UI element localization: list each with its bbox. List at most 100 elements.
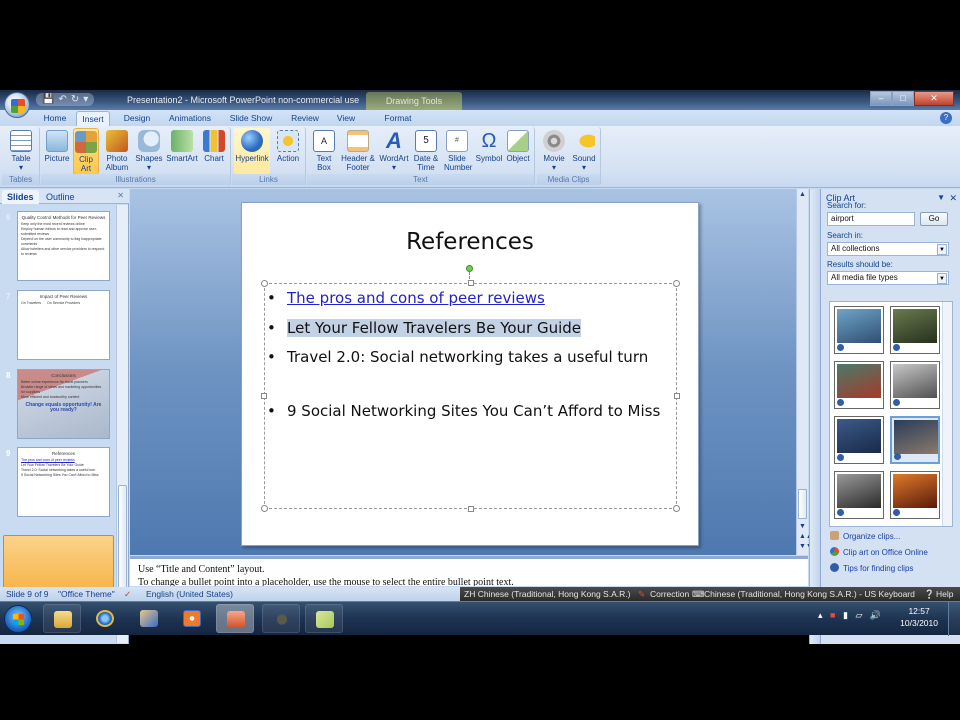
text-box-button[interactable]: A Text Box — [311, 128, 337, 174]
taskbar-recording-app[interactable] — [262, 604, 300, 633]
slide-thumbnail-7[interactable]: Impact of Peer Reviews On Travelers On S… — [17, 290, 110, 360]
keyboard-layout[interactable]: Chinese (Traditional, Hong Kong S.A.R.) … — [704, 587, 915, 601]
pane-splitter[interactable] — [809, 189, 820, 644]
tab-outline[interactable]: Outline — [46, 190, 75, 204]
movie-button[interactable]: Movie ▾ — [539, 128, 569, 174]
slide-thumbnail-6[interactable]: Quality Control Methods for Peer Reviews… — [17, 211, 110, 281]
clip-result-airplane-sunset[interactable] — [890, 471, 940, 519]
customize-icon[interactable]: ▾ — [83, 94, 88, 105]
search-in-select[interactable]: All collections ▼ — [827, 242, 949, 256]
bullet-item[interactable]: • 9 Social Networking Sites You Can’t Aff… — [267, 399, 667, 423]
close-button[interactable]: ✕ — [914, 91, 954, 106]
chevron-down-icon[interactable]: ▼ — [937, 244, 947, 255]
table-button[interactable]: Table ▾ — [5, 128, 37, 174]
clip-art-search-input[interactable]: airport — [827, 212, 915, 226]
smartart-button[interactable]: SmartArt — [165, 128, 199, 174]
power-icon[interactable]: ▮ — [843, 610, 848, 620]
tab-animations[interactable]: Animations — [164, 111, 216, 126]
chevron-down-icon[interactable]: ▼ — [937, 273, 947, 284]
start-button[interactable] — [4, 605, 32, 633]
correction-button[interactable]: Correction — [650, 587, 689, 601]
volume-icon[interactable]: 🔊 — [870, 610, 881, 620]
taskbar-media-player[interactable] — [173, 604, 211, 633]
show-hidden-icons[interactable]: ▴ — [818, 610, 823, 620]
picture-button[interactable]: Picture — [42, 128, 72, 174]
language-indicator[interactable]: English (United States) — [146, 587, 233, 601]
save-icon[interactable]: 💾 — [42, 94, 54, 105]
help-icon[interactable]: ? — [940, 112, 952, 124]
tab-slides[interactable]: Slides — [2, 190, 39, 204]
taskbar-windows-explorer[interactable] — [43, 604, 81, 633]
clip-art-button[interactable]: Clip Art — [73, 128, 99, 175]
office-button[interactable] — [4, 92, 30, 118]
resize-handle[interactable] — [673, 280, 680, 287]
wordart-button[interactable]: A WordArt ▾ — [377, 128, 411, 174]
slide-number-button[interactable]: # Slide Number — [441, 128, 473, 174]
slide-thumbnail-8[interactable]: Conclusions Better online experience for… — [17, 369, 110, 439]
minimize-button[interactable]: – — [870, 91, 892, 106]
hyperlink-button[interactable]: Hyperlink — [234, 128, 270, 174]
go-button[interactable]: Go — [920, 212, 948, 226]
pane-options-icon[interactable]: ▼ — [937, 191, 945, 205]
taskbar-paint-app[interactable] — [130, 604, 168, 633]
chart-button[interactable]: Chart — [200, 128, 228, 174]
bullet-item-hyperlink[interactable]: • The pros and cons of peer reviews — [267, 286, 667, 310]
slides-pane-scrollbar[interactable] — [116, 205, 128, 643]
taskbar-sticky-notes[interactable] — [305, 604, 343, 633]
clip-result-traveler-silhouette[interactable] — [890, 361, 940, 409]
taskbar-powerpoint[interactable] — [216, 604, 254, 633]
spelling-check-icon[interactable]: ✓ — [124, 587, 131, 601]
office-online-link[interactable]: Clip art on Office Online — [830, 547, 928, 557]
action-center-icon[interactable]: ■ — [830, 610, 835, 620]
resize-handle[interactable] — [674, 393, 680, 399]
close-pane-icon[interactable]: ✕ — [117, 191, 124, 200]
slide-thumbnail-9[interactable]: References The pros and cons of peer rev… — [17, 447, 110, 517]
media-types-select[interactable]: All media file types ▼ — [827, 271, 949, 285]
restore-button[interactable]: □ — [892, 91, 914, 106]
slide-scrollbar[interactable]: ▲ ▼ ▲▲ ▼▼ — [796, 189, 813, 555]
scroll-up-icon[interactable]: ▲ — [799, 191, 806, 198]
resize-handle[interactable] — [673, 505, 680, 512]
action-button[interactable]: Action — [272, 128, 304, 174]
shapes-button[interactable]: Shapes ▾ — [134, 128, 164, 174]
slide-title[interactable]: References — [242, 229, 698, 255]
tips-link[interactable]: Tips for finding clips — [830, 563, 913, 573]
notes-pane[interactable]: Use “Title and Content” layout. To chang… — [130, 556, 808, 586]
organize-clips-link[interactable]: Organize clips... — [830, 531, 900, 541]
object-button[interactable]: Object — [504, 128, 532, 174]
clip-result-airport-terminal-exterior[interactable] — [834, 306, 884, 354]
resize-handle[interactable] — [468, 506, 474, 512]
clip-result-woman-in-terminal[interactable] — [834, 416, 884, 464]
tab-home[interactable]: Home — [38, 111, 72, 126]
undo-icon[interactable]: ↶ — [58, 94, 66, 105]
theme-indicator[interactable]: "Office Theme" — [58, 587, 115, 601]
date-time-button[interactable]: 5 Date & Time — [412, 128, 440, 174]
header-footer-button[interactable]: Header & Footer — [340, 128, 376, 174]
help-button[interactable]: Help — [936, 587, 953, 601]
scrollbar-thumb[interactable] — [798, 489, 807, 519]
network-icon[interactable]: ▱ — [855, 610, 862, 620]
content-placeholder[interactable]: • The pros and cons of peer reviews • Let … — [261, 280, 680, 512]
tab-view[interactable]: View — [332, 111, 360, 126]
bullet-item[interactable]: • Travel 2.0: Social networking takes a u… — [267, 345, 667, 369]
taskbar-internet-explorer[interactable] — [86, 604, 124, 633]
clock[interactable]: 12:57 10/3/2010 — [900, 605, 938, 629]
clip-result-terminal-windows-bw[interactable] — [834, 471, 884, 519]
rotation-handle[interactable] — [466, 265, 473, 272]
tab-design[interactable]: Design — [118, 111, 156, 126]
tab-insert[interactable]: Insert — [76, 111, 110, 126]
resize-handle[interactable] — [261, 505, 268, 512]
results-scrollbar[interactable] — [942, 302, 952, 526]
clip-result-departures-board[interactable] — [890, 306, 940, 354]
bullet-item-selected[interactable]: • Let Your Fellow Travelers Be Your Guide — [267, 316, 667, 340]
show-desktop-button[interactable] — [948, 602, 960, 636]
tab-review[interactable]: Review — [286, 111, 324, 126]
input-language[interactable]: ZH Chinese (Traditional, Hong Kong S.A.R… — [464, 587, 630, 601]
clip-result-airport-corridor[interactable] — [834, 361, 884, 409]
scroll-down-icon[interactable]: ▼ — [799, 523, 806, 530]
redo-icon[interactable]: ↻ — [71, 94, 79, 105]
close-pane-icon[interactable]: ✕ — [949, 191, 957, 205]
tab-format[interactable]: Format — [380, 111, 416, 126]
photo-album-button[interactable]: Photo Album — [101, 128, 133, 174]
sound-button[interactable]: Sound ▾ — [569, 128, 599, 174]
